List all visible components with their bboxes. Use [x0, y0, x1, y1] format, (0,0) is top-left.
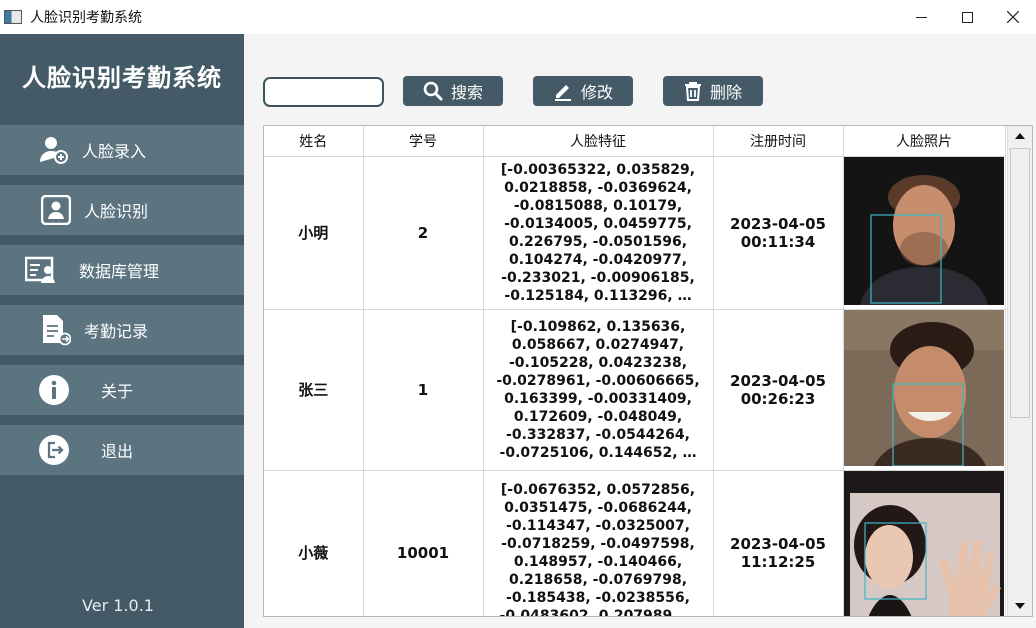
cell-id[interactable]: 2 — [363, 156, 484, 310]
face-photo — [844, 156, 1004, 305]
triangle-up-icon — [1015, 133, 1025, 139]
title-bar: 人脸识别考勤系统 — [0, 0, 1036, 34]
window-title: 人脸识别考勤系统 — [30, 10, 142, 26]
sidebar-item-label: 人脸识别 — [84, 202, 149, 221]
sidebar-item-label: 考勤记录 — [84, 322, 149, 341]
cell-photo[interactable] — [843, 470, 1006, 616]
cell-register-time[interactable]: 2023-04-05 00:26:23 — [713, 309, 844, 471]
delete-button-label: 删除 — [709, 83, 742, 102]
cell-register-time[interactable]: 2023-04-05 11:12:25 — [713, 470, 844, 616]
cell-name[interactable]: 张三 — [264, 309, 364, 471]
table-header-row: 姓名 学号 人脸特征 注册时间 人脸照片 — [264, 126, 1006, 157]
search-button-label: 搜索 — [450, 83, 483, 102]
database-id-icon — [25, 254, 57, 286]
sidebar-item-label: 关于 — [101, 382, 134, 401]
column-header-id[interactable]: 学号 — [363, 126, 484, 157]
scroll-down-button[interactable] — [1008, 596, 1032, 616]
sidebar-item-label: 退出 — [101, 442, 134, 461]
cell-photo[interactable] — [843, 309, 1006, 471]
pencil-icon — [554, 85, 571, 101]
logout-icon — [38, 434, 70, 466]
face-scan-icon — [40, 194, 72, 226]
column-header-register-time[interactable]: 注册时间 — [713, 126, 844, 157]
app-name: 人脸识别考勤系统 — [22, 64, 222, 92]
register-time: 00:26:23 — [740, 389, 816, 408]
cell-id[interactable]: 10001 — [363, 470, 484, 616]
add-user-icon — [38, 134, 70, 166]
register-time: 00:11:34 — [740, 232, 816, 251]
sidebar-item-attendance[interactable]: 考勤记录 — [0, 305, 244, 355]
main-panel: 搜索 修改 删除 姓名 学号 人脸特征 注册时间 人脸照片 小明 2 [-0.0… — [244, 34, 1036, 628]
app-window: 人脸识别考勤系统 人脸识别考勤系统 人脸录入 人脸识别 数据库管理 考勤记录 关… — [0, 0, 1036, 628]
triangle-down-icon — [1015, 603, 1025, 609]
close-button[interactable] — [990, 0, 1036, 34]
version-label: Ver 1.0.1 — [82, 596, 154, 615]
maximize-icon — [961, 11, 973, 23]
vertical-scrollbar[interactable] — [1007, 126, 1032, 616]
cell-id[interactable]: 1 — [363, 309, 484, 471]
cell-features[interactable]: [-0.109862, 0.135636, 0.058667, 0.027494… — [483, 309, 714, 471]
app-icon — [4, 10, 22, 24]
cell-features[interactable]: [-0.00365322, 0.035829, 0.0218858, -0.03… — [483, 156, 714, 310]
register-date: 2023-04-05 — [730, 371, 826, 390]
delete-button[interactable]: 删除 — [663, 76, 763, 106]
sidebar-item-database[interactable]: 数据库管理 — [0, 245, 244, 295]
cell-name[interactable]: 小明 — [264, 156, 364, 310]
cell-register-time[interactable]: 2023-04-05 00:11:34 — [713, 156, 844, 310]
cell-features[interactable]: [-0.0676352, 0.0572856, 0.0351475, -0.06… — [483, 470, 714, 616]
search-input[interactable] — [263, 77, 384, 107]
sidebar-item-label: 数据库管理 — [79, 262, 160, 281]
sidebar-item-face-enroll[interactable]: 人脸录入 — [0, 125, 244, 175]
close-icon — [1007, 11, 1019, 23]
edit-button[interactable]: 修改 — [533, 76, 633, 106]
table-row[interactable]: 小薇 10001 [-0.0676352, 0.0572856, 0.03514… — [264, 470, 1006, 616]
search-icon — [423, 81, 443, 101]
info-icon — [38, 374, 70, 406]
face-photo — [844, 470, 1004, 616]
face-photo — [844, 309, 1004, 467]
scroll-up-button[interactable] — [1008, 126, 1032, 146]
table-row[interactable]: 小明 2 [-0.00365322, 0.035829, 0.0218858, … — [264, 156, 1006, 310]
sidebar-item-face-recognize[interactable]: 人脸识别 — [0, 185, 244, 235]
cell-name[interactable]: 小薇 — [264, 470, 364, 616]
table-row[interactable]: 张三 1 [-0.109862, 0.135636, 0.058667, 0.0… — [264, 309, 1006, 471]
records-table: 姓名 学号 人脸特征 注册时间 人脸照片 小明 2 [-0.00365322, … — [263, 125, 1033, 617]
register-date: 2023-04-05 — [730, 534, 826, 553]
scrollbar-thumb[interactable] — [1010, 148, 1030, 418]
column-header-features[interactable]: 人脸特征 — [483, 126, 714, 157]
trash-icon — [684, 82, 701, 101]
minimize-button[interactable] — [898, 0, 944, 34]
column-header-name[interactable]: 姓名 — [264, 126, 364, 157]
sidebar-item-label: 人脸录入 — [82, 142, 147, 161]
minimize-icon — [915, 16, 927, 18]
edit-button-label: 修改 — [580, 83, 613, 102]
column-header-photo[interactable]: 人脸照片 — [843, 126, 1006, 157]
sidebar: 人脸识别考勤系统 人脸录入 人脸识别 数据库管理 考勤记录 关于 退出 Ver … — [0, 34, 244, 628]
sidebar-item-about[interactable]: 关于 — [0, 365, 244, 415]
register-time: 11:12:25 — [740, 552, 816, 571]
maximize-button[interactable] — [944, 0, 990, 34]
document-export-icon — [40, 314, 72, 346]
sidebar-item-exit[interactable]: 退出 — [0, 425, 244, 475]
register-date: 2023-04-05 — [730, 214, 826, 233]
cell-photo[interactable] — [843, 156, 1006, 310]
search-button[interactable]: 搜索 — [403, 76, 503, 106]
